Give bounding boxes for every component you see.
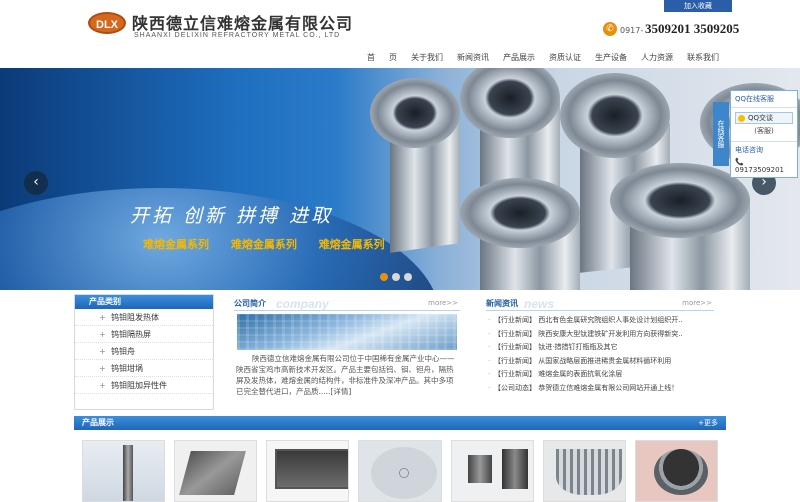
nav-item-hr[interactable]: 人力资源 — [634, 51, 680, 65]
phone-consult-value: 09173509201 — [735, 166, 784, 174]
phone-prefix: 0917- — [620, 26, 644, 35]
intro-title: 公司简介 — [234, 299, 266, 308]
product-image-perforated-disc[interactable] — [358, 440, 442, 502]
news-more-link[interactable]: more>> — [682, 299, 712, 307]
qq-chat-sub: (客服) — [754, 127, 774, 135]
product-image-tungsten-crucible[interactable] — [634, 440, 718, 502]
carousel-dot[interactable] — [404, 273, 412, 281]
company-intro: 公司简介 company more>> 陕西德立信难熔金属有限公司位于中国稀有金… — [234, 297, 460, 410]
intro-title-en: company — [276, 297, 329, 311]
product-image-heat-shield-basket[interactable] — [542, 440, 626, 502]
hero-banner[interactable]: 开拓 创新 拼搏 进取 难熔金属系列 难熔金属系列 难熔金属系列 ‹ › — [0, 68, 800, 290]
news-title-en: news — [524, 297, 555, 311]
nav-item-equipment[interactable]: 生产设备 — [588, 51, 634, 65]
banner-slogan: 开拓 创新 拼搏 进取 — [130, 205, 334, 227]
company-name-cn: 陕西德立信难熔金属有限公司 — [132, 14, 354, 33]
news-item[interactable]: 【行业新闻】 西北有色金属研究院组织人事处设计划组织开.. — [486, 314, 714, 328]
nav-item-about[interactable]: 关于我们 — [404, 51, 450, 65]
phone-icon: 📞 — [735, 158, 744, 166]
online-service-tab[interactable]: 在线客服 — [713, 102, 729, 166]
carousel-indicators — [380, 273, 412, 281]
news-item[interactable]: 【行业新闻】 陕西安康大型钛建铁矿开发利用方向获得新突.. — [486, 328, 714, 342]
intro-more-link[interactable]: more>> — [428, 299, 458, 307]
products-header: 产品展示 +更多 — [74, 416, 726, 430]
phone-icon: ✆ — [603, 22, 617, 36]
nav-item-certification[interactable]: 资质认证 — [542, 51, 588, 65]
products-title: 产品展示 — [82, 418, 114, 427]
site-header: DLX 陕西德立信难熔金属有限公司 SHAANXI DELIXIN REFRAC… — [0, 0, 800, 68]
news-section: 新闻资讯 news more>> 【行业新闻】 西北有色金属研究院组织人事处设计… — [486, 297, 714, 410]
news-item[interactable]: 【公司动态】 恭贺德立信难熔金属有限公司网站开通上线！ — [486, 382, 714, 396]
building-image — [237, 314, 457, 350]
news-item[interactable]: 【行业新闻】 难熔金属的表面抗氧化涂层 — [486, 368, 714, 382]
category-item[interactable]: 钨钼阻加异性件 — [75, 377, 213, 394]
nav-item-products[interactable]: 产品展示 — [496, 51, 542, 65]
category-item[interactable]: 钨钼阻发热体 — [75, 309, 213, 326]
category-item[interactable]: 钨钼隔热屏 — [75, 326, 213, 343]
nav-item-home-1[interactable]: 首 — [360, 51, 382, 65]
banner-series: 难熔金属系列 难熔金属系列 难熔金属系列 — [143, 236, 403, 252]
phone-consult-number: 📞 09173509201 — [731, 158, 797, 174]
category-item[interactable]: 钨钼舟 — [75, 343, 213, 360]
categories-title: 产品类别 — [75, 295, 213, 309]
category-item[interactable]: 钨钼坩埚 — [75, 360, 213, 377]
news-title: 新闻资讯 — [486, 299, 518, 308]
qq-panel-title: QQ在线客服 — [731, 91, 797, 108]
add-favorite-button[interactable]: 加入收藏 — [664, 0, 732, 12]
company-logo[interactable]: DLX — [88, 12, 126, 34]
carousel-dot[interactable] — [380, 273, 388, 281]
series-label: 难熔金属系列 — [230, 238, 297, 251]
product-row — [74, 430, 726, 502]
intro-text: 陕西德立信难熔金属有限公司位于中国稀有金属产业中心——陕西省宝鸡市高新技术开发区… — [236, 354, 455, 396]
series-label: 难熔金属系列 — [143, 238, 209, 251]
product-image-crucible-set[interactable] — [450, 440, 534, 502]
product-categories: 产品类别 钨钼阻发热体 钨钼隔热屏 钨钼舟 钨钼坩埚 钨钼阻加异性件 — [74, 294, 214, 410]
product-showcase: 产品展示 +更多 — [74, 416, 726, 502]
news-header: 新闻资讯 news more>> — [486, 297, 714, 311]
intro-header: 公司简介 company more>> — [234, 297, 460, 311]
product-image-molybdenum-boat[interactable] — [174, 440, 258, 502]
carousel-prev-button[interactable]: ‹ — [24, 171, 48, 195]
carousel-dot[interactable] — [392, 273, 400, 281]
news-item[interactable]: 【行业新闻】 从国家战略层面推进稀贵金属材料循环利用 — [486, 355, 714, 369]
phone-numbers: 3509201 3509205 — [645, 21, 740, 36]
nav-item-home-2[interactable]: 页 — [382, 51, 404, 65]
news-item[interactable]: 【行业新闻】 钛进·措措钉打瓶瓶及其它 — [486, 341, 714, 355]
products-more-link[interactable]: +更多 — [698, 416, 718, 430]
company-name-en: SHAANXI DELIXIN REFRACTORY METAL CO., LT… — [134, 32, 341, 39]
qq-service-panel: QQ在线客服 QQ交谈 (客服) 电话咨询 📞 09173509201 — [730, 90, 798, 178]
product-image-tungsten-rod[interactable] — [82, 440, 166, 502]
phone-consult-heading: 电话咨询 — [731, 141, 797, 158]
qq-chat-button[interactable]: QQ交谈 — [735, 112, 793, 124]
nav-item-news[interactable]: 新闻资讯 — [450, 51, 496, 65]
product-image-metal-plate[interactable] — [266, 440, 350, 502]
main-nav: 首 页 关于我们 新闻资讯 产品展示 资质认证 生产设备 人力资源 联系我们 — [360, 51, 726, 65]
nav-item-contact[interactable]: 联系我们 — [680, 51, 726, 65]
series-label: 难熔金属系列 — [318, 238, 385, 251]
